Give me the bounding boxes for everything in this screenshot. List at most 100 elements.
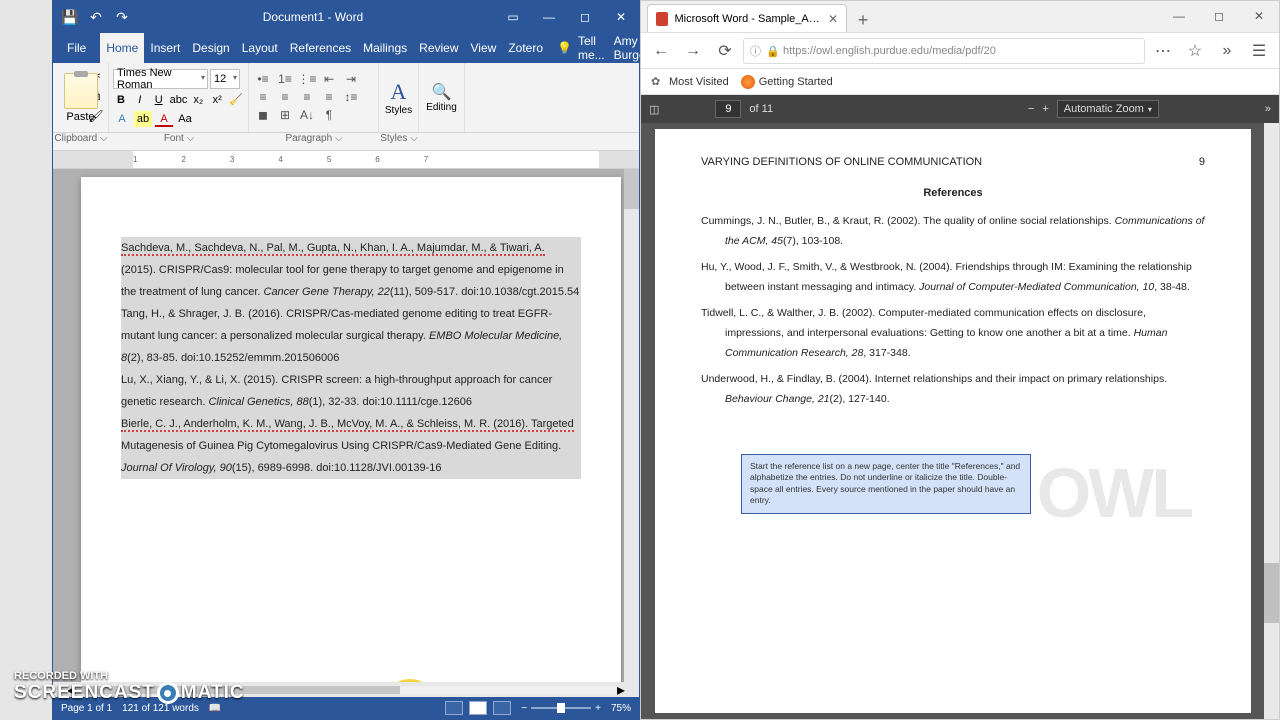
superscript-button[interactable]: x² [209,92,225,108]
tab-layout[interactable]: Layout [236,33,284,63]
pdf-tools-icon[interactable]: » [1265,103,1271,115]
text-effects-icon[interactable]: A [113,111,131,127]
reload-button[interactable]: ⟳ [711,37,739,65]
ribbon-options-icon[interactable]: ▭ [495,1,531,33]
overflow-icon[interactable]: » [1213,37,1241,65]
zoom-slider[interactable]: − + [521,703,601,714]
sort-icon[interactable]: A↓ [297,107,317,123]
styles-icon[interactable]: A [383,79,414,105]
align-center-icon[interactable]: ≡ [275,89,295,105]
find-icon[interactable]: 🔍 [423,82,460,102]
clear-format-icon[interactable]: 🧹 [228,92,244,108]
styles-group[interactable]: A Styles [379,63,419,132]
italic-button[interactable]: I [132,92,148,108]
tab-home[interactable]: Home [100,33,144,63]
bookmark-star-icon[interactable]: ☆ [1181,37,1209,65]
multilevel-icon[interactable]: ⋮≡ [297,71,317,87]
tab-mailings[interactable]: Mailings [357,33,413,63]
bold-button[interactable]: B [113,92,129,108]
reference-entry[interactable]: Tang, H., & Shrager, J. B. (2016). CRISP… [121,303,581,369]
save-icon[interactable]: 💾 [61,8,79,26]
tab-close-icon[interactable]: ✕ [828,12,838,26]
tab-review[interactable]: Review [413,33,464,63]
strike-button[interactable]: abc [170,92,188,108]
print-layout-icon[interactable] [469,701,487,715]
reference-entry[interactable]: Cummings, J. N., Butler, B., & Kraut, R.… [701,212,1205,252]
document-area[interactable]: Sachdeva, M., Sachdeva, N., Pal, M., Gup… [53,169,639,682]
highlight-icon[interactable]: ab [134,111,152,127]
minimize-button[interactable]: — [531,1,567,33]
menu-icon[interactable]: ☰ [1245,37,1273,65]
document-page[interactable]: Sachdeva, M., Sachdeva, N., Pal, M., Gup… [81,177,621,682]
reference-entry[interactable]: Lu, X., Xiang, Y., & Li, X. (2015). CRIS… [121,369,581,413]
align-right-icon[interactable]: ≡ [297,89,317,105]
spell-check-icon[interactable]: 📖 [209,703,221,714]
close-button[interactable]: ✕ [1239,0,1279,32]
address-bar[interactable]: ⓘ 🔒 https://owl.english.purdue.edu/media… [743,38,1145,64]
maximize-button[interactable]: ◻ [1199,0,1239,32]
font-color-icon[interactable]: A [155,111,173,127]
reference-entry[interactable]: Tidwell, L. C., & Walther, J. B. (2002).… [701,304,1205,364]
forward-button[interactable]: → [679,37,707,65]
reference-entry[interactable]: Sachdeva, M., Sachdeva, N., Pal, M., Gup… [121,237,581,303]
tab-design[interactable]: Design [186,33,235,63]
show-marks-icon[interactable]: ¶ [319,107,339,123]
change-case-icon[interactable]: Aa [176,111,194,127]
pdf-zoom-combo[interactable]: Automatic Zoom▾ [1057,100,1159,118]
web-layout-icon[interactable] [493,701,511,715]
vertical-scrollbar[interactable] [624,169,639,682]
shading-icon[interactable]: ◼ [253,107,273,123]
info-icon[interactable]: ⓘ [750,43,761,59]
font-name-combo[interactable]: Times New Roman▾ [113,69,208,89]
read-mode-icon[interactable] [445,701,463,715]
minimize-button[interactable]: — [1159,0,1199,32]
pdf-content[interactable]: OWL VARYING DEFINITIONS OF ONLINE COMMUN… [641,123,1279,719]
borders-icon[interactable]: ⊞ [275,107,295,123]
subscript-button[interactable]: x₂ [190,92,206,108]
close-button[interactable]: ✕ [603,1,639,33]
pdf-vertical-scrollbar[interactable] [1264,123,1279,719]
sidebar-toggle-icon[interactable]: ◫ [649,103,659,116]
getting-started-bookmark[interactable]: Getting Started [741,75,833,89]
undo-icon[interactable]: ↶ [87,8,105,26]
reference-entry[interactable]: Underwood, H., & Findlay, B. (2004). Int… [701,370,1205,410]
editing-group[interactable]: 🔍 Editing [419,63,465,132]
pdf-page[interactable]: OWL VARYING DEFINITIONS OF ONLINE COMMUN… [655,129,1251,713]
tab-file[interactable]: File [53,33,100,63]
tab-references[interactable]: References [284,33,357,63]
reference-entry[interactable]: Bierle, C. J., Anderholm, K. M., Wang, J… [121,413,581,479]
zoom-out-icon[interactable]: − [1028,103,1034,115]
zoom-level[interactable]: 75% [611,703,631,714]
zoom-in-icon[interactable]: + [1042,103,1048,115]
bullets-icon[interactable]: •≡ [253,71,273,87]
more-actions-icon[interactable]: ⋯ [1149,37,1177,65]
tell-me-icon[interactable]: 💡 [557,39,572,57]
format-painter-icon[interactable]: 🖌 [86,107,106,125]
paste-icon[interactable] [64,73,98,109]
tab-insert[interactable]: Insert [144,33,186,63]
page-indicator[interactable]: Page 1 of 1 [61,703,112,714]
line-spacing-icon[interactable]: ↕≡ [341,89,361,105]
word-count[interactable]: 121 of 121 words [122,703,199,714]
decrease-indent-icon[interactable]: ⇤ [319,71,339,87]
pdf-page-input[interactable] [715,100,741,118]
increase-indent-icon[interactable]: ⇥ [341,71,361,87]
font-size-combo[interactable]: 12▾ [210,69,240,89]
numbering-icon[interactable]: 1≡ [275,71,295,87]
zoom-in-icon[interactable]: + [595,703,601,714]
tell-me-label[interactable]: Tell me... [578,34,608,62]
browser-tab[interactable]: Microsoft Word - Sample_APA_11 ✕ [647,4,847,32]
align-left-icon[interactable]: ≡ [253,89,273,105]
redo-icon[interactable]: ↷ [113,8,131,26]
new-tab-button[interactable]: + [851,8,875,32]
zoom-out-icon[interactable]: − [521,703,527,714]
horizontal-ruler[interactable]: 1234567 [53,151,639,169]
tab-zotero[interactable]: Zotero [502,33,549,63]
maximize-button[interactable]: ◻ [567,1,603,33]
most-visited-bookmark[interactable]: ✿Most Visited [651,75,729,89]
reference-entry[interactable]: Hu, Y., Wood, J. F., Smith, V., & Westbr… [701,258,1205,298]
justify-icon[interactable]: ≡ [319,89,339,105]
back-button[interactable]: ← [647,37,675,65]
underline-button[interactable]: U [151,92,167,108]
tab-view[interactable]: View [465,33,503,63]
